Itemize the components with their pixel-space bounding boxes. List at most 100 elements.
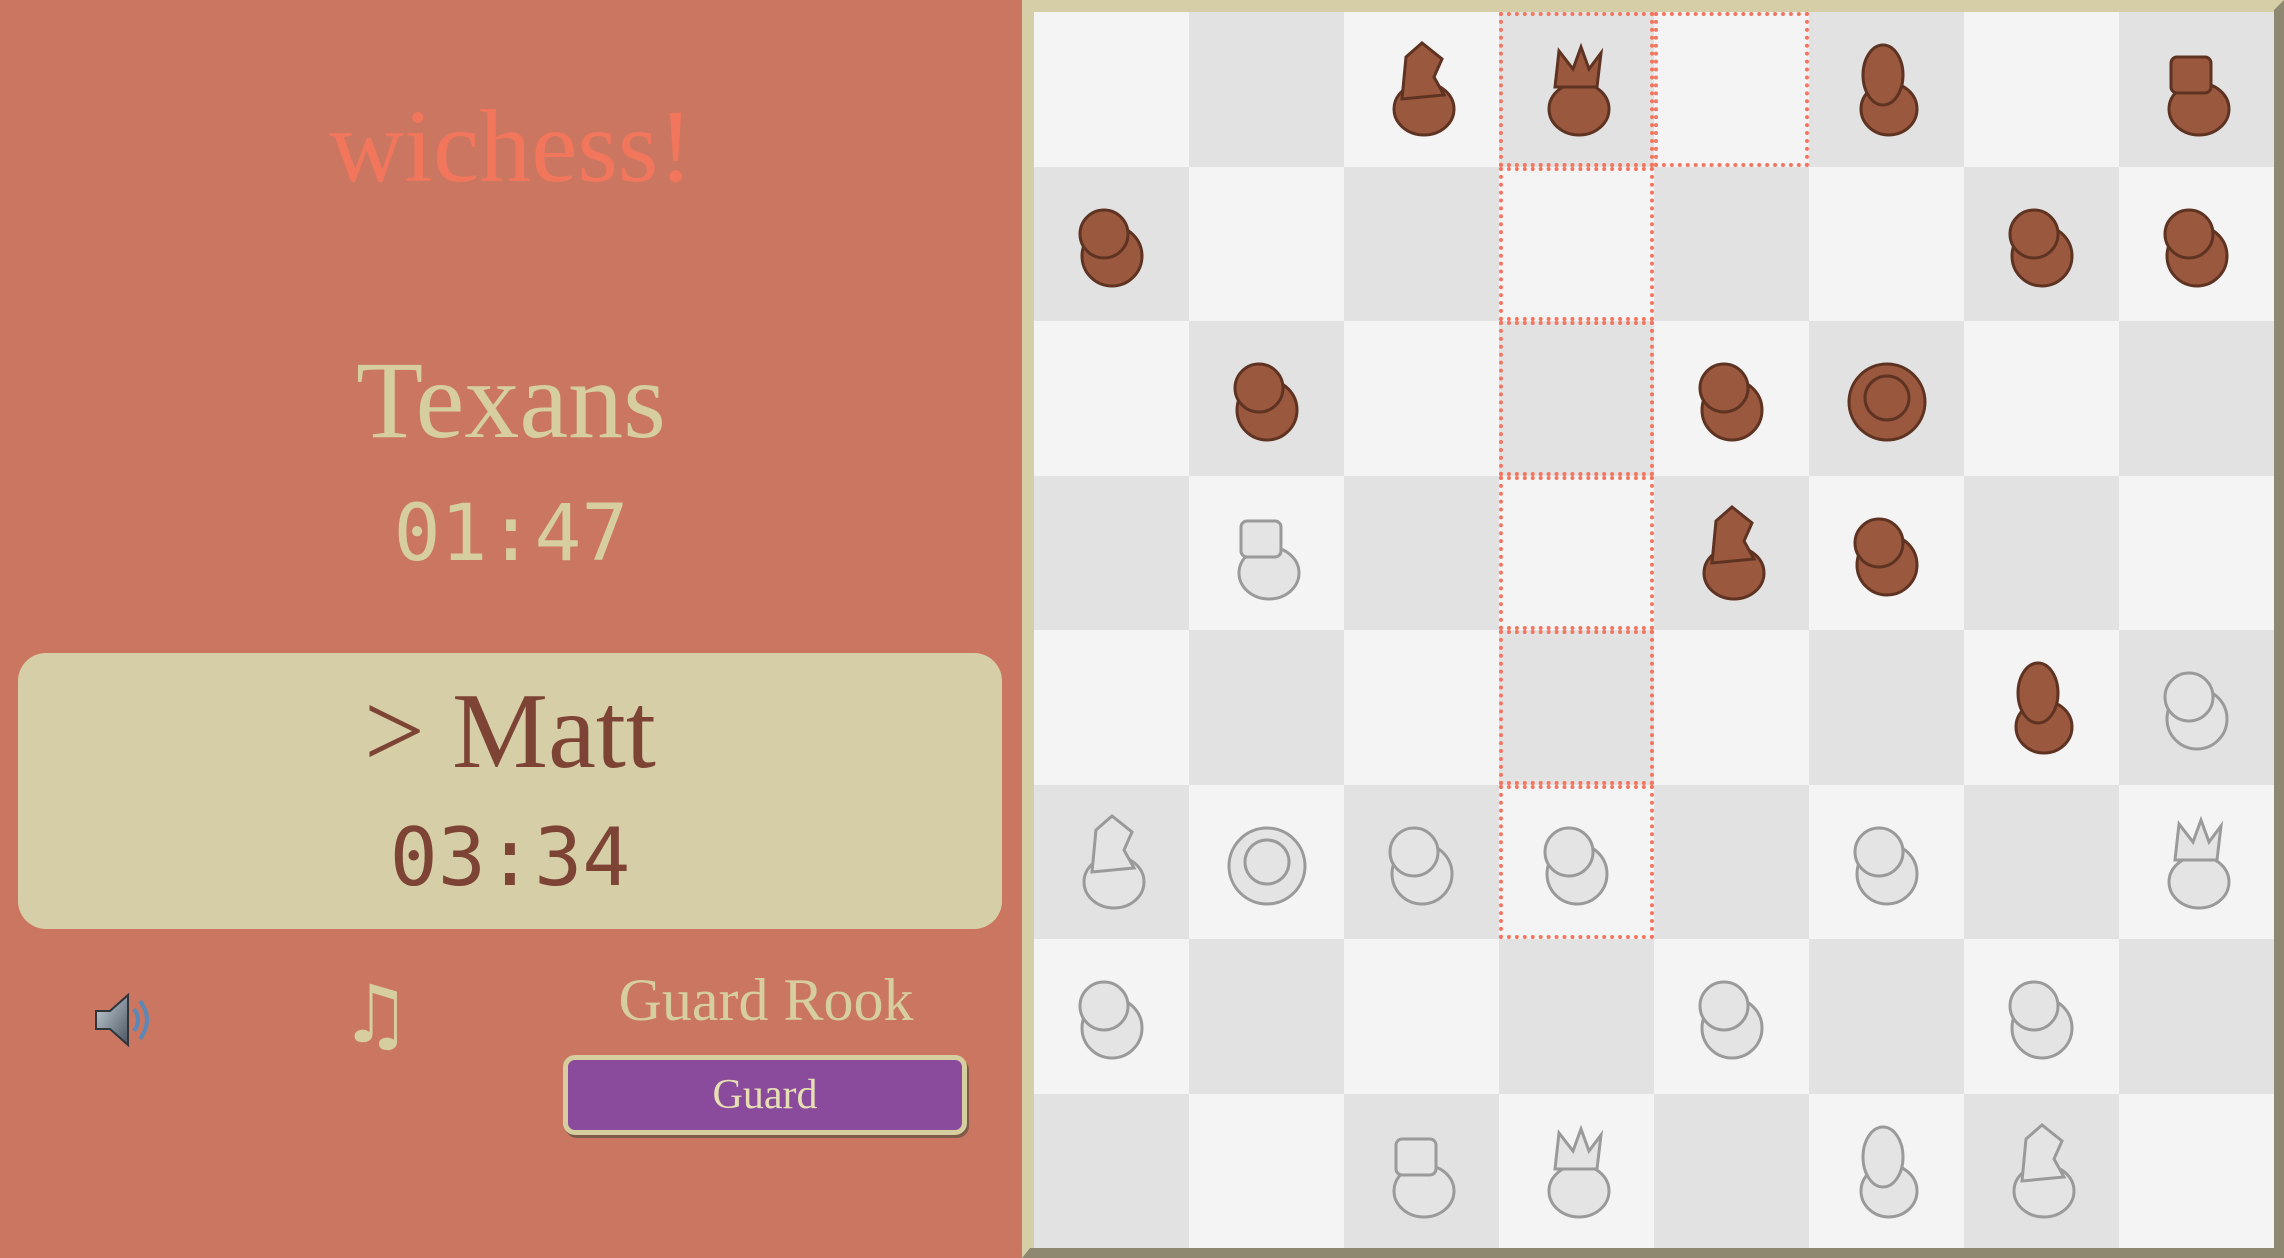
board-square[interactable]: [1964, 12, 2119, 167]
brown-pawn-piece[interactable]: [1982, 184, 2102, 304]
board-square[interactable]: [1499, 784, 1654, 939]
board-square[interactable]: [1189, 939, 1344, 1094]
board-square[interactable]: [1654, 939, 1809, 1094]
opponent-name: Texans: [356, 339, 666, 461]
board-square[interactable]: [1499, 939, 1654, 1094]
brown-king-piece[interactable]: [1827, 338, 1947, 458]
brown-queen-piece[interactable]: [1517, 29, 1637, 149]
board-square[interactable]: [2119, 630, 2274, 785]
brown-knight-piece[interactable]: [1362, 29, 1482, 149]
board-square[interactable]: [1809, 321, 1964, 476]
white-rook-piece[interactable]: [1362, 1111, 1482, 1231]
board-square[interactable]: [1654, 12, 1809, 167]
white-pawn-piece[interactable]: [1827, 802, 1947, 922]
board-square[interactable]: [2119, 784, 2274, 939]
board-square[interactable]: [1034, 475, 1189, 630]
board-square[interactable]: [1964, 784, 2119, 939]
board-square[interactable]: [1654, 784, 1809, 939]
board-square[interactable]: [1344, 630, 1499, 785]
board-square[interactable]: [1344, 784, 1499, 939]
board-square[interactable]: [1809, 784, 1964, 939]
white-pawn-piece[interactable]: [1517, 802, 1637, 922]
brown-rook-piece[interactable]: [2137, 29, 2257, 149]
board-square[interactable]: [2119, 475, 2274, 630]
board-square[interactable]: [1034, 166, 1189, 321]
board-square[interactable]: [1344, 475, 1499, 630]
white-bishop-piece[interactable]: [1827, 1111, 1947, 1231]
brown-bishop-piece[interactable]: [1827, 29, 1947, 149]
board-square[interactable]: [1654, 321, 1809, 476]
board-square[interactable]: [2119, 321, 2274, 476]
board-square[interactable]: [1654, 630, 1809, 785]
board-square[interactable]: [1809, 475, 1964, 630]
board-square[interactable]: [1344, 939, 1499, 1094]
board-square[interactable]: [1189, 1093, 1344, 1248]
board-square[interactable]: [1809, 630, 1964, 785]
board-square[interactable]: [1654, 1093, 1809, 1248]
board-square[interactable]: [1964, 630, 2119, 785]
board-square[interactable]: [1499, 166, 1654, 321]
board-square[interactable]: [1344, 321, 1499, 476]
board-square[interactable]: [1654, 166, 1809, 321]
board-square[interactable]: [2119, 12, 2274, 167]
board-square[interactable]: [1034, 321, 1189, 476]
board-square[interactable]: [1964, 1093, 2119, 1248]
board-square[interactable]: [1499, 475, 1654, 630]
board-square[interactable]: [1034, 12, 1189, 167]
music-note-icon[interactable]: ♫: [340, 975, 412, 1055]
board-square[interactable]: [1189, 475, 1344, 630]
opponent-clock: 01:47: [393, 489, 629, 579]
board-square[interactable]: [1034, 1093, 1189, 1248]
ability-label: Guard Rook: [618, 967, 914, 1033]
board-square[interactable]: [1499, 321, 1654, 476]
board-square[interactable]: [1189, 321, 1344, 476]
board-square[interactable]: [1034, 784, 1189, 939]
speaker-icon[interactable]: [90, 985, 160, 1055]
board-square[interactable]: [1189, 784, 1344, 939]
board-square[interactable]: [1499, 630, 1654, 785]
brown-bishop-piece[interactable]: [1982, 647, 2102, 767]
brown-pawn-piece[interactable]: [1827, 493, 1947, 613]
white-queen-piece[interactable]: [2137, 802, 2257, 922]
white-queen-piece[interactable]: [1517, 1111, 1637, 1231]
white-pawn-piece[interactable]: [1052, 956, 1172, 1076]
board-square[interactable]: [1964, 321, 2119, 476]
board-square[interactable]: [1034, 630, 1189, 785]
brown-pawn-piece[interactable]: [2137, 184, 2257, 304]
board-square[interactable]: [1189, 12, 1344, 167]
active-player-name: > Matt: [364, 672, 656, 791]
white-rook-piece[interactable]: [1207, 493, 1327, 613]
board-square[interactable]: [1344, 166, 1499, 321]
board-square[interactable]: [1964, 475, 2119, 630]
board-square[interactable]: [1344, 12, 1499, 167]
board-square[interactable]: [2119, 166, 2274, 321]
active-player-card: > Matt 03:34: [18, 653, 1002, 929]
brown-pawn-piece[interactable]: [1052, 184, 1172, 304]
board-square[interactable]: [2119, 939, 2274, 1094]
white-pawn-piece[interactable]: [1672, 956, 1792, 1076]
board-square[interactable]: [1499, 12, 1654, 167]
guard-button[interactable]: Guard: [563, 1055, 967, 1135]
board-square[interactable]: [1654, 475, 1809, 630]
white-pawn-piece[interactable]: [1362, 802, 1482, 922]
board-square[interactable]: [1809, 1093, 1964, 1248]
board-square[interactable]: [1809, 166, 1964, 321]
white-pawn-piece[interactable]: [2137, 647, 2257, 767]
white-knight-piece[interactable]: [1982, 1111, 2102, 1231]
board-square[interactable]: [1189, 630, 1344, 785]
white-pawn-piece[interactable]: [1982, 956, 2102, 1076]
white-king-piece[interactable]: [1207, 802, 1327, 922]
white-knight-piece[interactable]: [1052, 802, 1172, 922]
board-square[interactable]: [1809, 12, 1964, 167]
board-square[interactable]: [1344, 1093, 1499, 1248]
brown-pawn-piece[interactable]: [1672, 338, 1792, 458]
board-square[interactable]: [2119, 1093, 2274, 1248]
board-square[interactable]: [1034, 939, 1189, 1094]
board-square[interactable]: [1964, 939, 2119, 1094]
brown-pawn-piece[interactable]: [1207, 338, 1327, 458]
board-square[interactable]: [1189, 166, 1344, 321]
board-square[interactable]: [1499, 1093, 1654, 1248]
board-square[interactable]: [1964, 166, 2119, 321]
board-square[interactable]: [1809, 939, 1964, 1094]
brown-knight-piece[interactable]: [1672, 493, 1792, 613]
